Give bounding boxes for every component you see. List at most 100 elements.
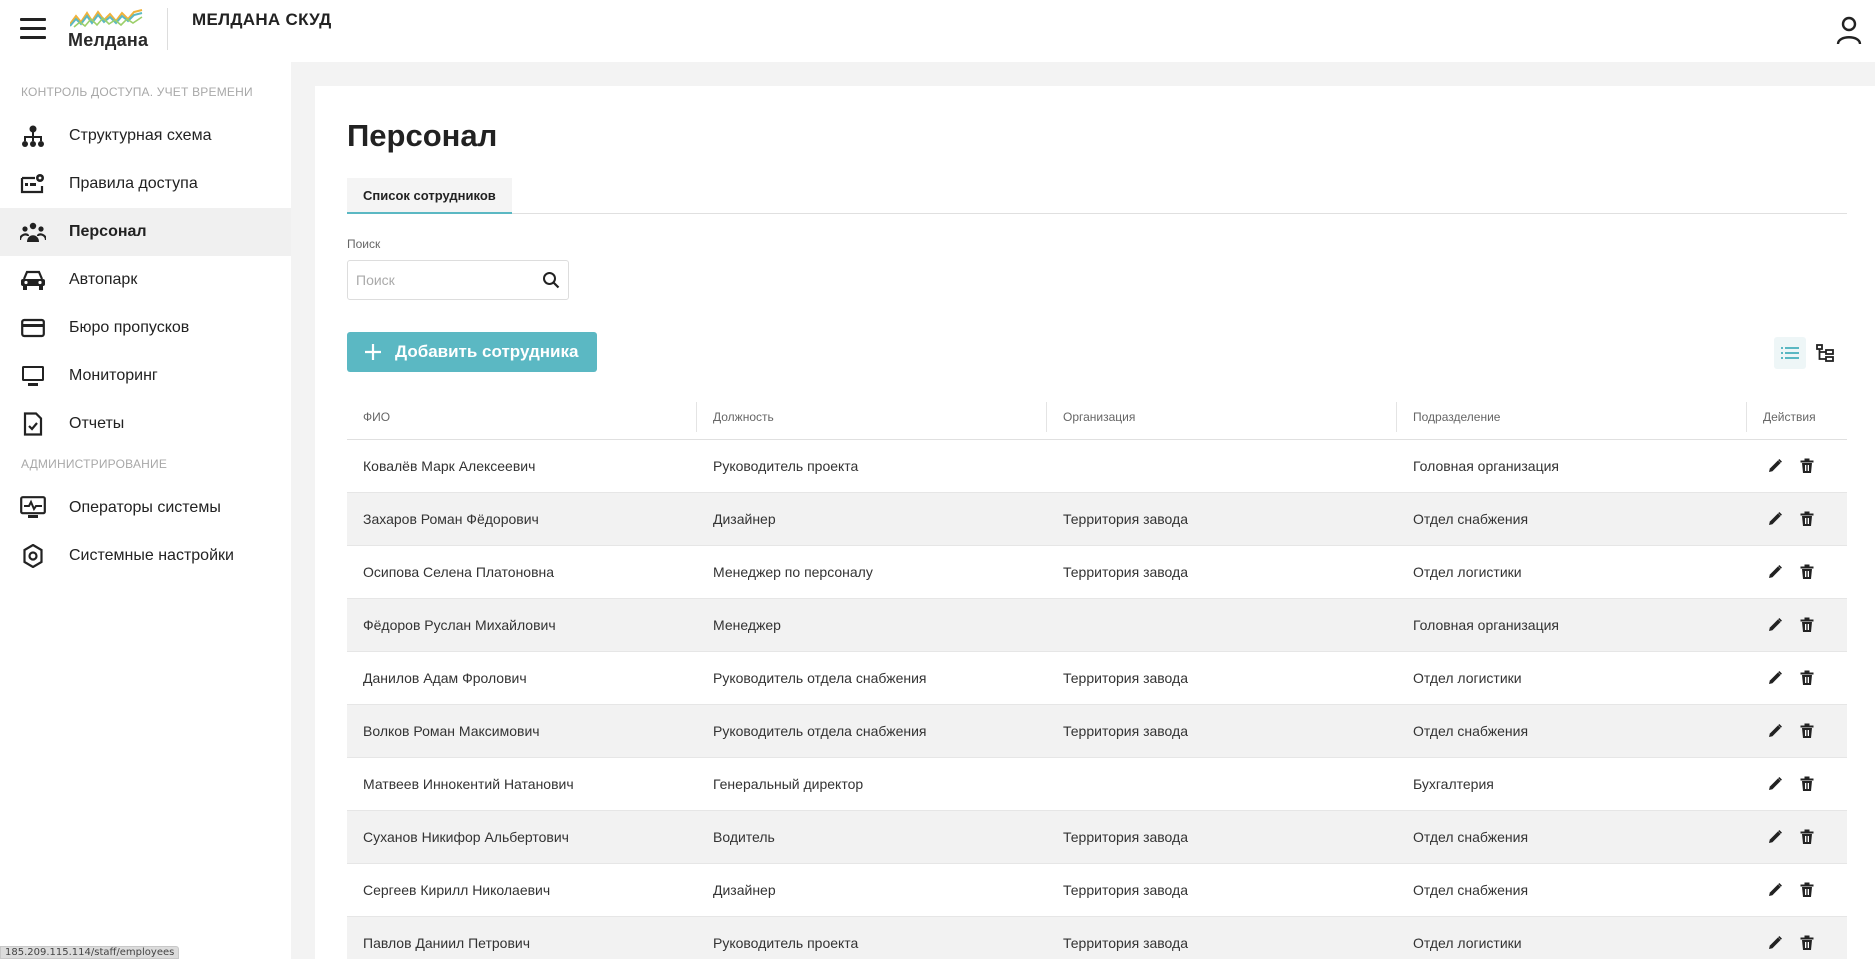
people-icon [20, 219, 46, 245]
table-cell: Отдел снабжения [1413, 829, 1529, 845]
sidebar-section-admin: АДМИНИСТРИРОВАНИЕ [21, 457, 168, 471]
table-cell: Руководитель отдела снабжения [713, 723, 927, 739]
car-icon [20, 267, 46, 293]
list-view-button[interactable] [1774, 337, 1806, 369]
sidebar-item-label: Персонал [69, 223, 147, 240]
sidebar-item-operators[interactable]: Операторы системы [0, 484, 291, 532]
table-row[interactable]: Суханов Никифор Альбертович Водитель Терри… [347, 811, 1847, 864]
row-actions [1747, 705, 1827, 757]
sidebar-item-structure[interactable]: Структурная схема [0, 112, 291, 160]
edit-icon[interactable] [1763, 719, 1787, 743]
status-url: 185.209.115.114/staff/employees [0, 946, 180, 959]
menu-icon[interactable] [20, 18, 46, 40]
search-icon[interactable] [542, 271, 560, 289]
edit-icon[interactable] [1763, 878, 1787, 902]
table-cell: Захаров Роман Фёдорович [363, 511, 539, 527]
edit-icon[interactable] [1763, 825, 1787, 849]
row-actions [1747, 864, 1827, 916]
delete-icon[interactable] [1795, 666, 1819, 690]
table-cell: Руководитель проекта [713, 935, 859, 951]
table-cell: Сергеев Кирилл Николаевич [363, 882, 551, 898]
table-row[interactable]: Волков Роман Максимович Руководитель отде… [347, 705, 1847, 758]
delete-icon[interactable] [1795, 931, 1819, 955]
edit-icon[interactable] [1763, 666, 1787, 690]
table-cell: Отдел снабжения [1413, 511, 1529, 527]
sidebar-item-access-rules[interactable]: Правила доступа [0, 160, 291, 208]
sidebar-item-system-settings[interactable]: Системные настройки [0, 532, 291, 580]
table-cell: Отдел логистики [1413, 935, 1522, 951]
table-cell: Территория завода [1063, 511, 1188, 527]
table-cell [1047, 440, 1397, 492]
row-actions [1747, 917, 1827, 959]
delete-icon[interactable] [1795, 613, 1819, 637]
row-actions [1747, 440, 1827, 492]
table-row[interactable]: Павлов Даниил Петрович Руководитель проек… [347, 917, 1847, 959]
table-cell: Суханов Никифор Альбертович [363, 829, 569, 845]
table-cell: Павлов Даниил Петрович [363, 935, 531, 951]
row-actions [1747, 758, 1827, 810]
sidebar-item-label: Автопарк [69, 271, 138, 288]
delete-icon[interactable] [1795, 507, 1819, 531]
delete-icon[interactable] [1795, 772, 1819, 796]
logo[interactable]: Мелдана [68, 8, 148, 52]
table-cell: Волков Роман Максимович [363, 723, 540, 739]
add-employee-label: Добавить сотрудника [395, 342, 579, 361]
column-header-organization[interactable]: Организация [1047, 394, 1397, 440]
search-input[interactable] [356, 261, 536, 299]
tab-employee-list[interactable]: Список сотрудников [347, 178, 512, 214]
table-cell: Головная организация [1413, 617, 1559, 633]
edit-icon[interactable] [1763, 613, 1787, 637]
table-row[interactable]: Матвеев Иннокентий Натанович Генеральный … [347, 758, 1847, 811]
sidebar-item-fleet[interactable]: Автопарк [0, 256, 291, 304]
edit-icon[interactable] [1763, 772, 1787, 796]
table-cell: Генеральный директор [713, 776, 864, 792]
app-title: МЕЛДАНА СКУД [192, 10, 332, 29]
add-employee-button[interactable]: Добавить сотрудника [347, 332, 597, 372]
table-row[interactable]: Данилов Адам Фролович Руководитель отдела… [347, 652, 1847, 705]
column-header-position[interactable]: Должность [697, 394, 1047, 440]
table-cell: Данилов Адам Фролович [363, 670, 527, 686]
table-row[interactable]: Сергеев Кирилл Николаевич Дизайнер Террито… [347, 864, 1847, 917]
delete-icon[interactable] [1795, 454, 1819, 478]
sidebar-item-label: Операторы системы [69, 499, 221, 516]
edit-icon[interactable] [1763, 931, 1787, 955]
tree-view-button[interactable] [1809, 337, 1841, 369]
header-divider [167, 8, 168, 50]
table-row[interactable]: Фёдоров Руслан Михайлович Менеджер Головна… [347, 599, 1847, 652]
edit-icon[interactable] [1763, 507, 1787, 531]
table-cell: Руководитель отдела снабжения [713, 670, 927, 686]
delete-icon[interactable] [1795, 560, 1819, 584]
search-box [347, 260, 569, 300]
table-cell: Отдел логистики [1413, 670, 1522, 686]
user-icon[interactable] [1836, 16, 1862, 46]
table-cell: Отдел логистики [1413, 564, 1522, 580]
table-cell: Осипова Селена Платоновна [363, 564, 555, 580]
edit-icon[interactable] [1763, 454, 1787, 478]
column-header-name[interactable]: ФИО [347, 394, 697, 440]
monitor-icon [20, 363, 46, 389]
table-row[interactable]: Ковалёв Марк Алексеевич Руководитель прое… [347, 440, 1847, 493]
sidebar-item-label: Бюро пропусков [69, 319, 190, 336]
table-cell [1047, 599, 1397, 651]
table-row[interactable]: Захаров Роман Фёдорович Дизайнер Территори… [347, 493, 1847, 546]
column-header-department[interactable]: Подразделение [1397, 394, 1747, 440]
sidebar-item-pass-bureau[interactable]: Бюро пропусков [0, 304, 291, 352]
sidebar-item-monitoring[interactable]: Мониторинг [0, 352, 291, 400]
table-cell: Менеджер по персоналу [713, 564, 873, 580]
edit-icon[interactable] [1763, 560, 1787, 584]
org-structure-icon [20, 123, 46, 149]
table-cell: Отдел снабжения [1413, 723, 1529, 739]
delete-icon[interactable] [1795, 719, 1819, 743]
table-cell: Ковалёв Марк Алексеевич [363, 458, 536, 474]
delete-icon[interactable] [1795, 825, 1819, 849]
table-cell: Фёдоров Руслан Михайлович [363, 617, 556, 633]
search-label: Поиск [347, 237, 381, 251]
table-cell: Территория завода [1063, 723, 1188, 739]
table-cell: Дизайнер [713, 511, 776, 527]
sidebar-item-personnel[interactable]: Персонал [0, 208, 291, 256]
row-actions [1747, 599, 1827, 651]
table-row[interactable]: Осипова Селена Платоновна Менеджер по пер… [347, 546, 1847, 599]
sidebar-item-reports[interactable]: Отчеты [0, 400, 291, 448]
table-cell: Менеджер [713, 617, 781, 633]
delete-icon[interactable] [1795, 878, 1819, 902]
